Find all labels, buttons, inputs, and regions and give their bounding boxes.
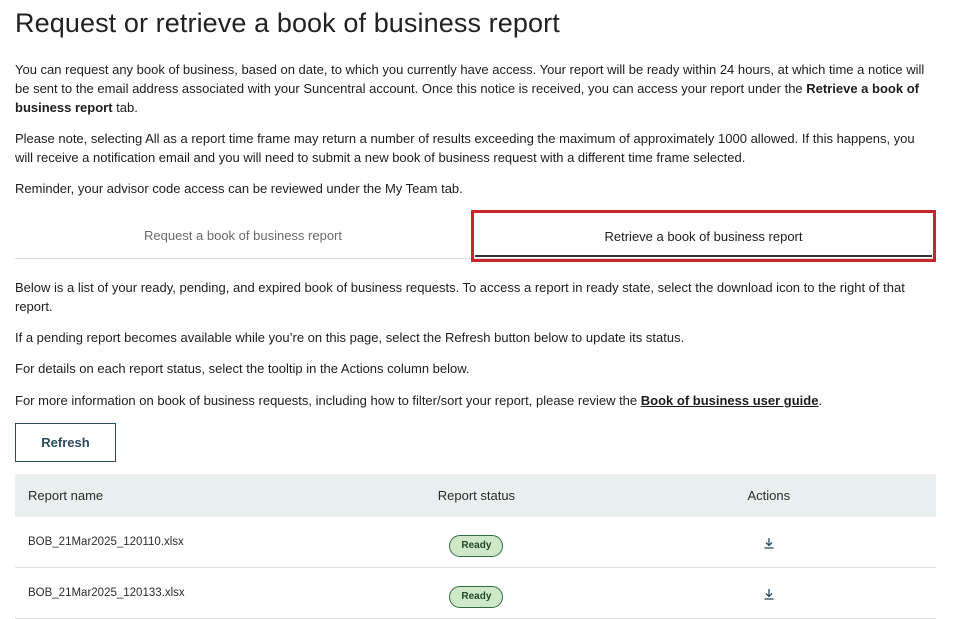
- retrieve-paragraph-4: For more information on book of business…: [15, 391, 936, 410]
- status-badge: Ready: [449, 535, 504, 557]
- user-guide-link[interactable]: Book of business user guide: [641, 393, 819, 408]
- intro-p1-end: tab.: [112, 100, 138, 115]
- actions-cell: [681, 517, 936, 568]
- retrieve-paragraph-3: For details on each report status, selec…: [15, 361, 470, 376]
- intro-paragraph-2: Please note, selecting All as a report t…: [15, 131, 915, 165]
- report-status-cell: Ready: [271, 567, 682, 619]
- retrieve-paragraph-1: Below is a list of your ready, pending, …: [15, 280, 905, 314]
- table-row: BOB_21Mar2025_120133.xlsx Ready: [15, 567, 936, 619]
- status-badge: Ready: [449, 586, 504, 608]
- page: Request or retrieve a book of business r…: [0, 0, 954, 619]
- intro-p1-text: You can request any book of business, ba…: [15, 62, 925, 96]
- retrieve-paragraph-2: If a pending report becomes available wh…: [15, 330, 685, 345]
- tab-retrieve-report[interactable]: Retrieve a book of business report: [471, 210, 936, 262]
- column-header-report-status: Report status: [437, 488, 516, 503]
- download-icon[interactable]: [762, 587, 776, 601]
- report-status-cell: Ready: [271, 517, 682, 568]
- intro-paragraph-3: Reminder, your advisor code access can b…: [15, 181, 463, 196]
- refresh-button[interactable]: Refresh: [15, 423, 116, 462]
- retrieve-p4-text: For more information on book of business…: [15, 393, 641, 408]
- reports-table: Report name Report status Actions BOB_21…: [15, 474, 936, 619]
- intro-paragraph-1: You can request any book of business, ba…: [15, 60, 936, 117]
- active-tab-underline: [475, 255, 932, 257]
- retrieve-p4-end: .: [818, 393, 823, 408]
- column-header-actions: Actions: [747, 488, 791, 503]
- tab-retrieve-label: Retrieve a book of business report: [604, 228, 803, 244]
- report-tabs: Request a book of business report Retrie…: [15, 210, 936, 262]
- table-row: BOB_21Mar2025_120110.xlsx Ready: [15, 517, 936, 568]
- table-header-row: Report name Report status Actions: [15, 474, 936, 517]
- download-icon[interactable]: [762, 536, 776, 550]
- column-header-report-name: Report name: [28, 488, 104, 503]
- report-name-cell: BOB_21Mar2025_120133.xlsx: [15, 567, 272, 619]
- page-title: Request or retrieve a book of business r…: [15, 8, 560, 38]
- report-name-cell: BOB_21Mar2025_120110.xlsx: [15, 517, 272, 568]
- actions-cell: [681, 567, 936, 619]
- tab-request-report[interactable]: Request a book of business report: [15, 212, 471, 258]
